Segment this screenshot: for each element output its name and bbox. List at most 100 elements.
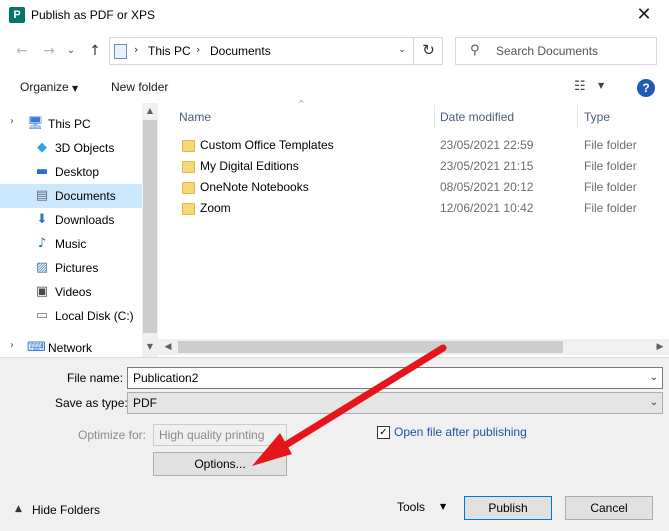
- network-icon: ⌨: [27, 340, 46, 355]
- sidebar-item-music[interactable]: ♪ Music: [0, 232, 142, 256]
- sidebar-item-label: Desktop: [55, 165, 100, 179]
- sidebar-item-label: Network: [48, 341, 93, 355]
- folder-icon: [182, 161, 195, 173]
- music-icon: ♪: [37, 236, 47, 251]
- table-row-name[interactable]: My Digital Editions: [200, 159, 299, 173]
- help-button[interactable]: ?: [637, 79, 655, 97]
- forward-button[interactable]: →: [38, 40, 60, 62]
- computer-icon: 🖥: [27, 116, 44, 131]
- sidebar-item-label: 3D Objects: [55, 141, 115, 155]
- document-icon: ▤: [35, 188, 49, 203]
- sidebar-item-label: Videos: [55, 285, 92, 299]
- view-options-icon[interactable]: ☷: [574, 79, 592, 95]
- breadcrumb-separator: ›: [196, 43, 201, 56]
- file-name-label: File name:: [67, 371, 124, 385]
- recent-locations-dropdown[interactable]: ⌄: [60, 40, 82, 62]
- table-row-name[interactable]: OneNote Notebooks: [200, 180, 309, 194]
- sidebar-item-desktop[interactable]: ▬ Desktop: [0, 160, 142, 184]
- breadcrumb-this-pc[interactable]: This PC: [148, 44, 191, 58]
- sidebar-item-label: Downloads: [55, 213, 115, 227]
- nav-scrollbar-thumb[interactable]: [143, 120, 157, 333]
- options-button[interactable]: Options...: [153, 452, 287, 476]
- picture-icon: ▨: [35, 260, 49, 275]
- search-placeholder: Search Documents: [496, 44, 599, 58]
- desktop-icon: ▬: [35, 164, 49, 179]
- breadcrumb-documents[interactable]: Documents: [210, 44, 271, 58]
- computer-icon: [114, 44, 127, 59]
- folder-icon: [182, 182, 195, 194]
- organize-label: Organize: [20, 80, 69, 94]
- table-row-date: 12/06/2021 10:42: [440, 201, 534, 215]
- file-name-field[interactable]: Publication2: [127, 367, 663, 389]
- cube-icon: ◆: [37, 140, 47, 155]
- folder-icon: [182, 203, 195, 215]
- organize-button[interactable]: Organize ▼: [20, 80, 78, 94]
- breadcrumb-separator: ›: [134, 43, 139, 56]
- sidebar-item-label: Documents: [55, 189, 116, 203]
- table-row-type: File folder: [584, 201, 637, 215]
- save-as-type-select[interactable]: PDF: [127, 392, 663, 414]
- publisher-app-icon: P: [9, 7, 25, 23]
- optimize-for-field: High quality printing: [153, 424, 287, 446]
- scroll-left-icon[interactable]: ◀: [160, 339, 176, 355]
- optimize-for-label: Optimize for:: [78, 428, 147, 442]
- hide-folders-button[interactable]: Hide Folders: [32, 503, 100, 517]
- search-input[interactable]: ⚲ Search Documents: [455, 37, 657, 65]
- folder-icon: [182, 140, 195, 152]
- cancel-button[interactable]: Cancel: [565, 496, 653, 520]
- publish-button[interactable]: Publish: [464, 496, 552, 520]
- sort-ascending-icon: ^: [298, 99, 305, 108]
- video-icon: ▣: [35, 284, 49, 299]
- download-icon: ⬇: [36, 212, 48, 227]
- column-divider[interactable]: [434, 105, 435, 129]
- new-folder-button[interactable]: New folder: [111, 80, 168, 94]
- file-name-value: Publication2: [133, 371, 199, 385]
- open-after-publishing-label[interactable]: Open file after publishing: [394, 425, 527, 439]
- chevron-down-icon[interactable]: ▼: [598, 81, 604, 90]
- chevron-right-icon[interactable]: ›: [10, 340, 14, 351]
- column-header-name[interactable]: Name: [179, 110, 211, 124]
- sidebar-item-videos[interactable]: ▣ Videos: [0, 280, 142, 304]
- table-row-name[interactable]: Zoom: [200, 201, 231, 215]
- title-bar: P Publish as PDF or XPS ✕: [0, 0, 669, 32]
- back-button[interactable]: ←: [11, 40, 33, 62]
- sidebar-item-documents[interactable]: ▤ Documents: [0, 184, 142, 208]
- sidebar-item-local-disk-c[interactable]: ▭ Local Disk (C:): [0, 304, 142, 328]
- sidebar-item-3d-objects[interactable]: ◆ 3D Objects: [0, 136, 142, 160]
- refresh-button[interactable]: ↻: [413, 37, 443, 65]
- chevron-down-icon[interactable]: ▼: [440, 502, 446, 511]
- sidebar-item-label: Pictures: [55, 261, 99, 275]
- chevron-up-icon[interactable]: ▲: [15, 504, 22, 514]
- column-header-type[interactable]: Type: [584, 110, 610, 124]
- sidebar-item-label: Local Disk (C:): [55, 309, 134, 323]
- column-divider[interactable]: [577, 105, 578, 129]
- horizontal-scrollbar-thumb[interactable]: [178, 341, 563, 353]
- table-row-date: 08/05/2021 20:12: [440, 180, 534, 194]
- table-row-date: 23/05/2021 22:59: [440, 138, 534, 152]
- search-icon: ⚲: [470, 43, 480, 58]
- table-row-type: File folder: [584, 138, 637, 152]
- save-as-type-label: Save as type:: [55, 396, 128, 410]
- sidebar-item-this-pc[interactable]: › 🖥 This PC: [0, 112, 142, 136]
- chevron-right-icon[interactable]: ›: [10, 116, 14, 127]
- table-row-name[interactable]: Custom Office Templates: [200, 138, 334, 152]
- scroll-down-icon[interactable]: ▼: [142, 339, 158, 355]
- sidebar-item-pictures[interactable]: ▨ Pictures: [0, 256, 142, 280]
- window-title: Publish as PDF or XPS: [31, 8, 156, 22]
- sidebar-item-downloads[interactable]: ⬇ Downloads: [0, 208, 142, 232]
- address-dropdown-icon[interactable]: ⌄: [392, 37, 412, 65]
- close-button[interactable]: ✕: [626, 2, 662, 30]
- sidebar-item-label: Music: [55, 237, 87, 251]
- save-as-type-value: PDF: [133, 396, 157, 410]
- disk-icon: ▭: [35, 308, 49, 323]
- open-after-publishing-checkbox[interactable]: ✓: [377, 426, 390, 439]
- scroll-right-icon[interactable]: ▶: [652, 339, 668, 355]
- chevron-down-icon[interactable]: ⌄: [646, 393, 662, 413]
- scroll-up-icon[interactable]: ▲: [142, 103, 158, 119]
- tools-button[interactable]: Tools: [397, 500, 425, 514]
- column-header-date-modified[interactable]: Date modified: [440, 110, 514, 124]
- sidebar-item-label: This PC: [48, 117, 91, 131]
- table-row-type: File folder: [584, 180, 637, 194]
- chevron-down-icon[interactable]: ⌄: [646, 368, 662, 388]
- up-button[interactable]: ↑: [84, 40, 106, 62]
